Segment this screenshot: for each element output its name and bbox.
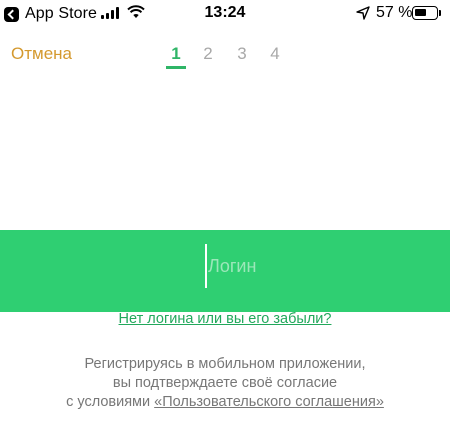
cancel-button[interactable]: Отмена (11, 44, 72, 64)
text-caret (205, 244, 207, 288)
battery-level (415, 9, 426, 16)
active-step-underline (166, 66, 186, 69)
terms-line-3: с условиями «Пользовательского соглашени… (0, 393, 450, 412)
status-bar: App Store 13:24 57 % (0, 0, 450, 28)
terms-line-2: вы подтверждаете своё согласие (112, 375, 338, 391)
login-placeholder: Логин (208, 256, 257, 276)
forgot-login-link[interactable]: Нет логина или вы его забыли? (0, 311, 450, 327)
step-4: 4 (270, 44, 280, 63)
battery-percent: 57 % (376, 4, 413, 21)
step-2: 2 (203, 44, 213, 63)
terms-prefix: с условиями (66, 394, 155, 410)
step-1: 1 (171, 44, 181, 63)
terms-text: Регистрируясь в мобильном приложении, вы… (0, 355, 450, 412)
step-3: 3 (237, 44, 247, 63)
location-arrow-icon (356, 6, 370, 20)
login-input[interactable]: Логин (0, 230, 450, 312)
battery-tip (439, 10, 441, 16)
battery-icon (412, 6, 438, 20)
terms-line-1: Регистрируясь в мобильном приложении, (84, 356, 366, 372)
user-agreement-link[interactable]: «Пользовательского соглашения» (154, 394, 384, 410)
